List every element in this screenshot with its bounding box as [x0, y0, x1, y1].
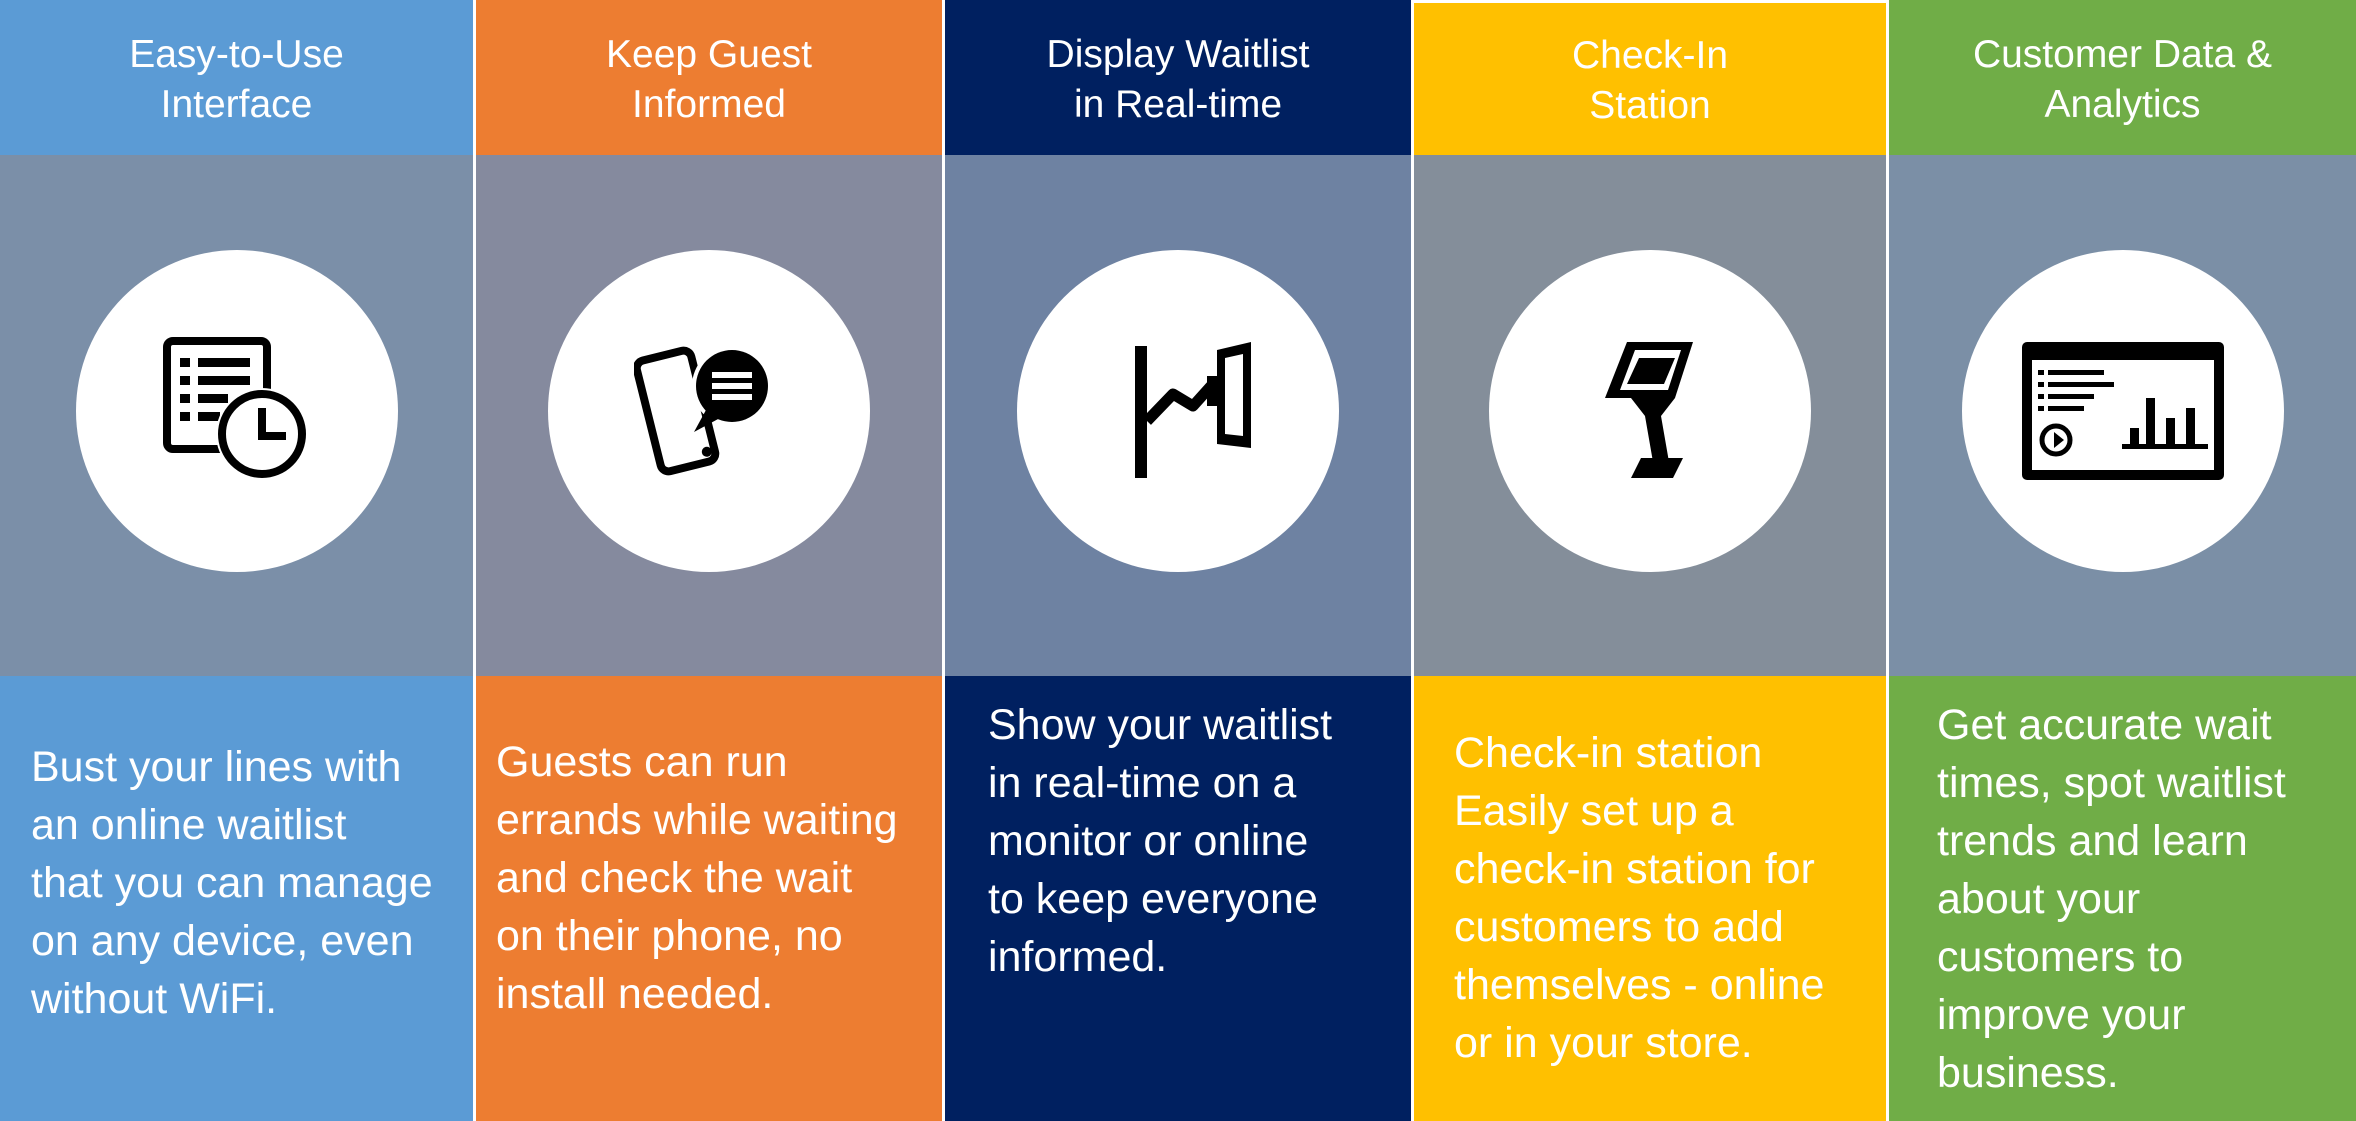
- kiosk-icon: [1489, 250, 1811, 572]
- feature-title: Display Waitlist in Real-time: [945, 0, 1411, 155]
- feature-description: Get accurate wait times, spot waitlist t…: [1889, 676, 2356, 1121]
- feature-title: Check-In Station: [1414, 3, 1886, 155]
- feature-title: Keep Guest Informed: [476, 0, 942, 155]
- wall-monitor-icon: [1017, 250, 1339, 572]
- feature-column-informed: Keep Guest Informed Guests can run erran…: [476, 0, 942, 1121]
- feature-column-interface: Easy-to-Use Interface Bust your lines wi…: [0, 0, 473, 1121]
- feature-title: Easy-to-Use Interface: [0, 0, 473, 155]
- analytics-dashboard-icon: [1961, 250, 2284, 572]
- feature-description: Check-in station Easily set up a check-i…: [1414, 676, 1886, 1121]
- list-clock-icon: [75, 250, 398, 572]
- feature-title: Customer Data & Analytics: [1889, 0, 2356, 155]
- feature-description: Show your waitlist in real-time on a mon…: [945, 676, 1411, 1121]
- phone-chat-icon: [548, 250, 870, 572]
- feature-description: Guests can run errands while waiting and…: [476, 676, 942, 1121]
- feature-column-checkin: Check-In Station Check-in station Easily…: [1414, 0, 1886, 1121]
- feature-description: Bust your lines with an online waitlist …: [0, 676, 473, 1121]
- feature-column-display: Display Waitlist in Real-time Show your …: [945, 0, 1411, 1121]
- feature-column-analytics: Customer Data & Analytics Get accurate w…: [1889, 0, 2356, 1121]
